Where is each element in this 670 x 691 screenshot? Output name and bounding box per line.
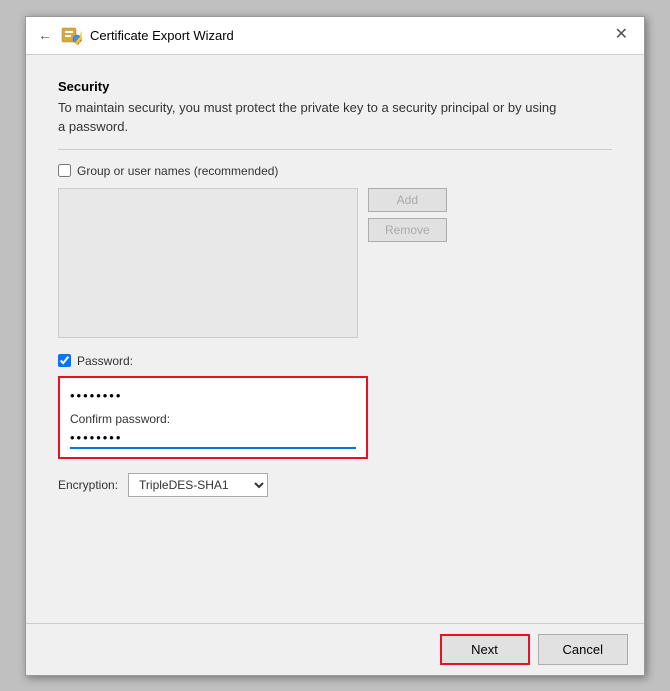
close-button[interactable]: ✕ bbox=[611, 25, 632, 45]
certificate-export-wizard-dialog: ← 🔑 Certificate Export Wizard ✕ Security… bbox=[25, 16, 645, 676]
wizard-icon: 🔑 bbox=[60, 24, 82, 46]
confirm-password-input[interactable] bbox=[70, 428, 356, 449]
add-button[interactable]: Add bbox=[368, 188, 447, 212]
password-checkbox[interactable] bbox=[58, 354, 71, 367]
cancel-button[interactable]: Cancel bbox=[538, 634, 628, 665]
confirm-password-label: Confirm password: bbox=[70, 412, 356, 426]
password-checkbox-row: Password: bbox=[58, 354, 612, 368]
group-names-checkbox[interactable] bbox=[58, 164, 71, 177]
security-section: Security To maintain security, you must … bbox=[58, 79, 612, 137]
password-input[interactable] bbox=[70, 386, 356, 406]
group-list-box bbox=[58, 188, 358, 338]
dialog-footer: Next Cancel bbox=[26, 623, 644, 675]
password-label: Password: bbox=[77, 354, 133, 368]
group-names-label: Group or user names (recommended) bbox=[77, 164, 278, 178]
section-divider bbox=[58, 149, 612, 150]
dialog-body: Security To maintain security, you must … bbox=[26, 55, 644, 623]
title-bar-left: ← 🔑 Certificate Export Wizard bbox=[38, 24, 234, 46]
side-buttons: Add Remove bbox=[368, 188, 447, 242]
group-names-row: Group or user names (recommended) bbox=[58, 164, 612, 178]
title-bar: ← 🔑 Certificate Export Wizard ✕ bbox=[26, 17, 644, 55]
encryption-select[interactable]: TripleDES-SHA1 AES256-SHA256 bbox=[128, 473, 268, 497]
remove-button[interactable]: Remove bbox=[368, 218, 447, 242]
svg-text:🔑: 🔑 bbox=[75, 29, 83, 46]
encryption-label: Encryption: bbox=[58, 478, 118, 492]
password-section: Password: Confirm password: bbox=[58, 354, 612, 459]
group-list-area: Add Remove bbox=[58, 188, 612, 338]
encryption-row: Encryption: TripleDES-SHA1 AES256-SHA256 bbox=[58, 473, 612, 497]
password-fields-box: Confirm password: bbox=[58, 376, 368, 459]
security-description: To maintain security, you must protect t… bbox=[58, 98, 612, 137]
security-title: Security bbox=[58, 79, 612, 94]
next-button[interactable]: Next bbox=[440, 634, 530, 665]
back-arrow-button[interactable]: ← bbox=[38, 27, 52, 43]
dialog-title: Certificate Export Wizard bbox=[90, 28, 234, 43]
